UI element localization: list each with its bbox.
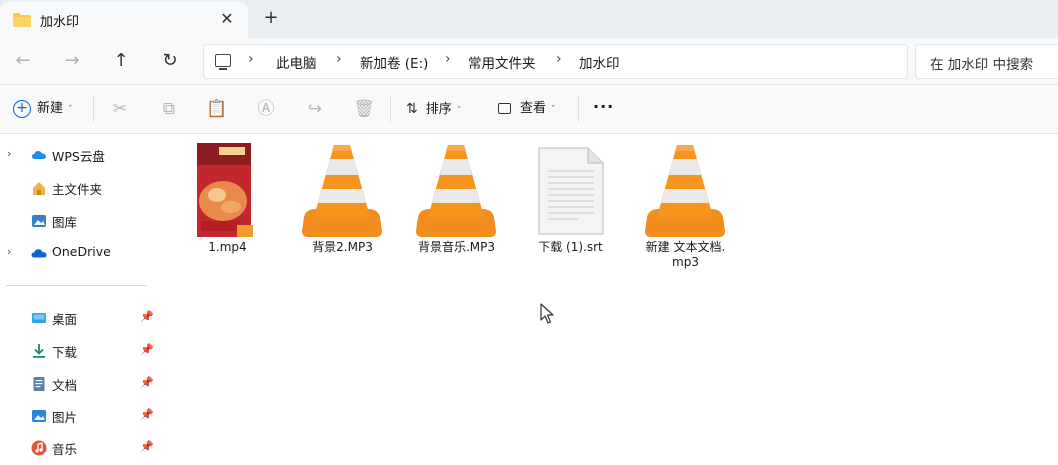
video-thumbnail-icon: [197, 143, 253, 237]
sidebar-item-downloads[interactable]: 下载 📌: [0, 336, 157, 366]
download-icon: [33, 344, 45, 358]
chevron-right-icon[interactable]: ›: [7, 245, 11, 258]
sidebar-item-label: 文档: [52, 378, 78, 393]
file-name: 1.mp4: [208, 240, 247, 254]
pin-icon: 📌: [140, 343, 154, 356]
navigation-pane: › WPS云盘 主文件夹 图库 › OneDrive 桌面 📌 下载 📌 文档 …: [0, 134, 157, 465]
this-pc-icon[interactable]: [215, 54, 231, 70]
cut-icon[interactable]: ✂: [109, 98, 131, 120]
breadcrumb-separator[interactable]: ›: [248, 51, 254, 67]
sidebar-item-label: 音乐: [52, 442, 78, 457]
sidebar-item-music[interactable]: 音乐 📌: [0, 433, 157, 463]
text-document-icon: [538, 147, 604, 235]
sidebar-item-gallery[interactable]: 图库: [0, 206, 157, 236]
documents-icon: [33, 377, 45, 391]
chevron-down-icon: ˅: [68, 105, 73, 115]
breadcrumb-drive-e[interactable]: 新加卷 (E:): [360, 52, 428, 72]
vlc-cone-icon: [416, 145, 496, 237]
file-item[interactable]: 下载 (1).srt: [518, 142, 623, 282]
pin-icon: 📌: [140, 408, 154, 421]
folder-icon: [13, 13, 31, 27]
sidebar-item-label: OneDrive: [52, 244, 111, 259]
file-name: 下载 (1).srt: [538, 240, 603, 254]
navigation-bar: ← → ↑ ↻ › 此电脑 › 新加卷 (E:) › 常用文件夹 › 加水印 在…: [0, 38, 1058, 85]
chevron-right-icon[interactable]: ›: [7, 147, 11, 160]
sort-icon: ⇅: [406, 101, 418, 117]
search-box[interactable]: 在 加水印 中搜索: [915, 44, 1058, 79]
address-bar[interactable]: › 此电脑 › 新加卷 (E:) › 常用文件夹 › 加水印: [203, 44, 908, 79]
breadcrumb-separator[interactable]: ›: [445, 51, 451, 67]
chevron-down-icon: ˅: [551, 105, 556, 115]
divider: [390, 96, 391, 122]
rename-icon[interactable]: Ⓐ: [255, 98, 277, 120]
share-icon[interactable]: ↪: [304, 98, 326, 120]
search-input[interactable]: 在 加水印 中搜索: [930, 53, 1033, 73]
plus-circle-icon: +: [13, 99, 31, 118]
mouse-cursor-icon: [540, 303, 554, 324]
up-arrow-icon[interactable]: ↑: [106, 46, 136, 76]
new-button[interactable]: + 新建 ˅: [13, 97, 73, 121]
view-label: 查看: [520, 101, 547, 116]
pin-icon: 📌: [140, 376, 154, 389]
sidebar-item-label: 图库: [52, 215, 78, 230]
back-arrow-icon[interactable]: ←: [8, 46, 38, 76]
sidebar-item-desktop[interactable]: 桌面 📌: [0, 303, 157, 333]
file-item[interactable]: 背景音乐.MP3: [404, 142, 509, 282]
more-options-icon[interactable]: ···: [593, 95, 614, 119]
sidebar-divider: [6, 285, 147, 286]
sort-button[interactable]: ⇅ 排序 ˅: [406, 97, 461, 121]
sidebar-item-pictures[interactable]: 图片 📌: [0, 401, 157, 431]
pin-icon: 📌: [140, 440, 154, 453]
view-icon: [498, 103, 511, 114]
sidebar-item-label: WPS云盘: [52, 149, 105, 164]
breadcrumb-common-folder[interactable]: 常用文件夹: [468, 52, 536, 72]
file-name: 背景2.MP3: [312, 240, 373, 254]
pin-icon: 📌: [140, 310, 154, 323]
new-label: 新建: [37, 101, 64, 116]
file-name: 背景音乐.MP3: [417, 240, 496, 254]
chevron-down-icon: ˅: [456, 106, 462, 116]
divider: [578, 96, 579, 122]
desktop-icon: [32, 313, 46, 323]
file-list: 1.mp4 背景2.MP3 背景音乐.MP3 下载 (1).srt 新建 文本文…: [158, 134, 1058, 465]
close-tab-icon[interactable]: ✕: [216, 8, 238, 30]
vlc-cone-icon: [645, 145, 725, 237]
file-item[interactable]: 1.mp4: [175, 142, 280, 282]
tab-current[interactable]: 加水印 ✕: [0, 2, 248, 38]
onedrive-icon: [31, 249, 47, 258]
file-item[interactable]: 新建 文本文档. mp3: [633, 142, 738, 282]
forward-arrow-icon[interactable]: →: [57, 46, 87, 76]
home-icon: [33, 182, 45, 195]
sidebar-item-label: 主文件夹: [52, 182, 103, 197]
pictures-icon: [32, 410, 46, 422]
sidebar-item-label: 图片: [52, 410, 78, 425]
command-toolbar: + 新建 ˅ ✂ ⧉ 📋 Ⓐ ↪ 🗑 ⇅ 排序 ˅ 查看 ˅ ···: [0, 85, 1058, 134]
file-item[interactable]: 背景2.MP3: [290, 142, 395, 282]
sidebar-item-wps-cloud[interactable]: › WPS云盘: [0, 140, 157, 170]
refresh-icon[interactable]: ↻: [155, 46, 185, 76]
breadcrumb-this-pc[interactable]: 此电脑: [276, 52, 317, 72]
paste-icon[interactable]: 📋: [206, 98, 228, 120]
sidebar-item-label: 桌面: [52, 312, 78, 327]
title-bar: 加水印 ✕ +: [0, 0, 1058, 38]
divider: [93, 96, 94, 122]
vlc-cone-icon: [302, 145, 382, 237]
music-icon: [31, 440, 47, 456]
breadcrumb-separator[interactable]: ›: [336, 51, 342, 67]
breadcrumb-watermark-folder[interactable]: 加水印: [579, 52, 620, 72]
sidebar-item-onedrive[interactable]: › OneDrive: [0, 238, 157, 268]
sidebar-item-documents[interactable]: 文档 📌: [0, 369, 157, 399]
sidebar-item-label: 下载: [52, 345, 78, 360]
breadcrumb-separator[interactable]: ›: [556, 51, 562, 67]
view-button[interactable]: 查看 ˅: [498, 97, 556, 121]
delete-icon[interactable]: 🗑: [353, 98, 375, 120]
sidebar-item-home[interactable]: 主文件夹: [0, 173, 157, 203]
tab-title: 加水印: [40, 15, 80, 30]
new-tab-icon[interactable]: +: [260, 7, 282, 29]
cloud-icon: [32, 151, 46, 159]
file-name: 新建 文本文档. mp3: [645, 240, 726, 269]
gallery-icon: [32, 215, 46, 227]
copy-icon[interactable]: ⧉: [158, 98, 180, 120]
sort-label: 排序: [425, 102, 452, 117]
